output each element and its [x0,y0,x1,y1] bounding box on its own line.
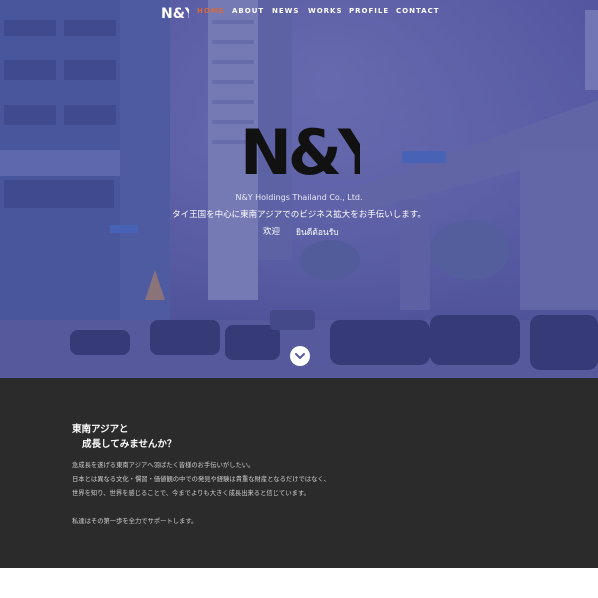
nav-item-contact[interactable]: CONTACT [396,7,440,15]
nav-logo-text: N&Y [161,6,189,22]
hero-logo: N&Y [240,116,360,180]
top-nav: N&Y HOME ABOUT NEWS WORKS PROFILE CONTAC… [0,0,598,24]
page: N&Y HOME ABOUT NEWS WORKS PROFILE CONTAC… [0,0,598,598]
intro-section: 東南アジアと 成長してみませんか？ 急成長を遂げる東南アジアへ羽ばたく皆様のお手… [0,378,598,568]
intro-body-line: 世界を知り、世界を感じることで、今までよりも大きく成長出来ると信じています。 [72,490,310,497]
scroll-down-button[interactable] [290,346,310,366]
intro-body: 急成長を遂げる東南アジアへ羽ばたく皆様のお手伝いがしたい。 日本とは異なる文化・… [72,459,330,529]
nav-item-about[interactable]: ABOUT [232,7,264,15]
welcome-japanese: 欢迎 [263,227,281,237]
welcome-thai: ยินดีต้อนรับ [296,228,339,238]
intro-body-spacer [72,501,330,515]
intro-heading-line2: 成長してみませんか？ [82,439,177,450]
hero-logo-text: N&Y [240,116,360,180]
intro-heading: 東南アジアと 成長してみませんか？ [72,422,176,452]
company-name: N&Y Holdings Thailand Co., Ltd. [235,193,363,202]
hero-section: N&Y HOME ABOUT NEWS WORKS PROFILE CONTAC… [0,0,598,378]
hero-overlay [0,0,598,378]
intro-heading-line1: 東南アジアと [72,424,129,435]
nav-item-profile[interactable]: PROFILE [349,7,389,15]
nav-item-works[interactable]: WORKS [308,7,343,15]
nav-item-home[interactable]: HOME [197,7,225,15]
intro-body-line: 急成長を遂げる東南アジアへ羽ばたく皆様のお手伝いがしたい。 [72,462,255,469]
nav-item-news[interactable]: NEWS [272,7,299,15]
nav-logo[interactable]: N&Y [161,2,189,22]
chevron-down-icon [295,353,305,359]
intro-body-line: 私達はその第一歩を全力でサポートします。 [72,518,198,525]
next-section [0,568,598,598]
intro-body-line: 日本とは異なる文化・慣習・価値観の中での発見や経験は貴重な財産となるだけではなく… [72,476,330,483]
hero-tagline: タイ王国を中心に東南アジアでのビジネス拡大をお手伝いします。 [172,210,426,220]
